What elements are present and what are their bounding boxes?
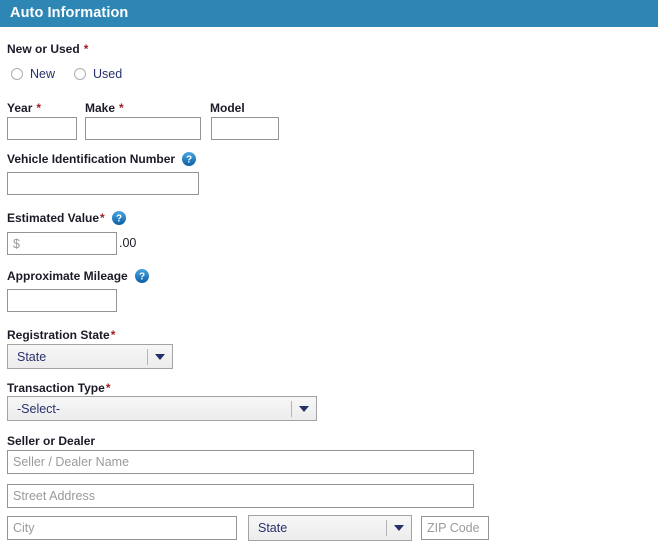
chevron-down-icon[interactable]: [387, 525, 411, 531]
registration-state-label: Registration State *: [7, 328, 115, 342]
registration-state-label-text: Registration State: [7, 328, 110, 342]
transaction-type-label-text: Transaction Type: [7, 381, 105, 395]
radio-circle-icon[interactable]: [74, 68, 87, 80]
make-label: Make *: [85, 101, 124, 115]
year-label-text: Year: [7, 101, 33, 115]
radio-circle-icon[interactable]: [11, 68, 23, 80]
chevron-down-icon[interactable]: [292, 405, 316, 412]
model-input[interactable]: [211, 117, 279, 140]
svg-text:?: ?: [116, 214, 122, 225]
radio-label-new: New: [30, 67, 56, 81]
seller-or-dealer-label-text: Seller or Dealer: [7, 434, 96, 448]
make-input[interactable]: [85, 117, 201, 140]
city-input[interactable]: [7, 516, 237, 540]
page-title: Auto Information: [10, 5, 129, 21]
vin-label-text: Vehicle Identification Number: [7, 152, 176, 166]
new-or-used-radio-group: New Used: [11, 67, 122, 81]
year-label: Year *: [7, 101, 41, 115]
chevron-down-icon[interactable]: [148, 353, 172, 360]
year-input[interactable]: [7, 117, 77, 140]
model-label: Model: [210, 101, 245, 115]
vin-input[interactable]: [7, 172, 199, 195]
seller-state-selected-value: State: [258, 521, 288, 535]
make-label-text: Make: [85, 101, 116, 115]
estimated-value-cents-suffix: .00: [119, 236, 137, 250]
registration-state-selected-value: State: [17, 349, 47, 364]
help-question-icon[interactable]: ?: [182, 152, 197, 166]
transaction-type-selected-value: -Select-: [17, 401, 61, 416]
required-asterisk: *: [36, 101, 42, 115]
seller-or-dealer-label: Seller or Dealer: [7, 434, 95, 448]
required-asterisk: *: [100, 211, 105, 225]
required-asterisk: *: [110, 328, 116, 342]
svg-text:?: ?: [186, 155, 192, 166]
street-address-input[interactable]: [7, 484, 474, 508]
vin-label: Vehicle Identification Number ?: [7, 152, 197, 166]
transaction-type-select[interactable]: -Select-: [7, 396, 317, 421]
help-question-icon[interactable]: ?: [111, 211, 126, 225]
required-asterisk: *: [83, 42, 89, 56]
svg-text:?: ?: [139, 272, 145, 283]
radio-option-used[interactable]: Used: [74, 67, 122, 81]
seller-state-select[interactable]: State: [248, 515, 412, 541]
approximate-mileage-input[interactable]: [7, 289, 117, 312]
radio-option-new[interactable]: New: [11, 67, 55, 81]
approximate-mileage-label-text: Approximate Mileage: [7, 269, 128, 283]
seller-dealer-name-input[interactable]: [7, 450, 474, 474]
new-or-used-label-text: New or Used: [7, 42, 80, 56]
approximate-mileage-label: Approximate Mileage ?: [7, 269, 149, 283]
estimated-value-input[interactable]: [7, 232, 117, 255]
help-question-icon[interactable]: ?: [134, 269, 149, 283]
panel-header: Auto Information: [0, 0, 658, 27]
required-asterisk: *: [105, 381, 111, 395]
model-label-text: Model: [210, 101, 245, 115]
estimated-value-label: Estimated Value * ?: [7, 211, 126, 225]
zip-code-input[interactable]: [421, 516, 489, 540]
new-or-used-label: New or Used *: [7, 42, 88, 56]
required-asterisk: *: [119, 101, 124, 115]
radio-label-used: Used: [93, 67, 123, 81]
transaction-type-label: Transaction Type *: [7, 381, 110, 395]
registration-state-select[interactable]: State: [7, 344, 173, 369]
estimated-value-label-text: Estimated Value: [7, 211, 100, 225]
auto-information-panel: Auto Information New or Used * New Used Y…: [0, 0, 658, 554]
